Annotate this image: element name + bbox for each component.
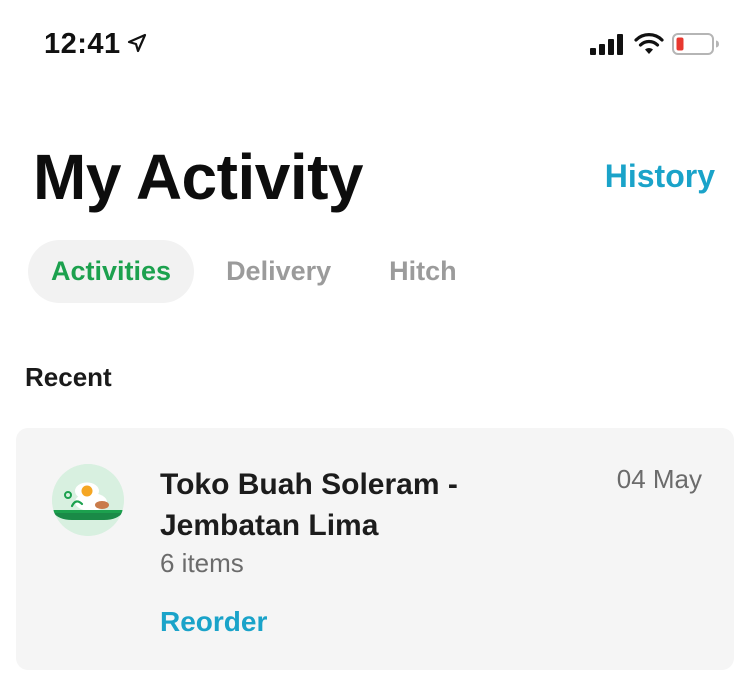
- tab-hitch[interactable]: Hitch: [363, 240, 483, 303]
- history-link[interactable]: History: [605, 158, 715, 195]
- order-item-count: 6 items: [160, 548, 244, 578]
- status-bar-time: 12:41: [44, 28, 147, 61]
- recent-order-card[interactable]: Toko Buah Soleram - Jembatan Lima 6 item…: [16, 428, 734, 670]
- merchant-name: Toko Buah Soleram - Jembatan Lima: [160, 468, 458, 542]
- page-title: My Activity: [33, 141, 364, 213]
- section-label-recent: Recent: [25, 362, 112, 392]
- tab-activities[interactable]: Activities: [28, 240, 195, 303]
- battery-low-icon: [672, 32, 720, 61]
- location-arrow-icon: [127, 28, 147, 61]
- activity-tabs: Activities Delivery Hitch: [28, 240, 483, 303]
- wifi-icon: [634, 33, 664, 60]
- food-plate-icon: [52, 464, 124, 536]
- order-date: 04 May: [616, 464, 702, 494]
- tab-delivery[interactable]: Delivery: [200, 240, 357, 303]
- signal-bars-icon: [590, 33, 626, 60]
- status-bar-indicators: [590, 32, 720, 61]
- status-time-text: 12:41: [44, 28, 121, 60]
- reorder-button[interactable]: Reorder: [160, 606, 267, 638]
